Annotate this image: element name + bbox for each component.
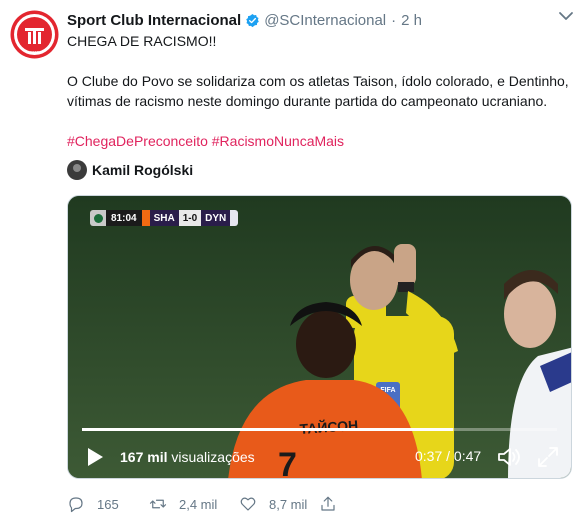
tweet-paragraph-1: CHEGA DE RACISMO!! <box>67 33 217 49</box>
away-team-color <box>230 210 239 226</box>
tweet-text: CHEGA DE RACISMO!! O Clube do Povo se so… <box>67 31 572 151</box>
video-progress-bar[interactable] <box>82 428 557 431</box>
hashtag-link[interactable]: #RacismoNuncaMais <box>212 133 344 149</box>
video-player[interactable]: FIFA ТАЙСОН 7 81:04 SHA 1-0 DYN 167 mil … <box>67 195 572 479</box>
view-count: 167 mil visualizações <box>120 449 255 465</box>
tweet-timestamp[interactable]: 2 h <box>401 12 422 29</box>
author-handle[interactable]: @SCInternacional <box>264 12 386 29</box>
tweet-paragraph-2: O Clube do Povo se solidariza com os atl… <box>67 73 569 109</box>
retweet-count: 2,4 mil <box>179 496 218 512</box>
video-attribution[interactable]: Kamil Rogólski <box>67 159 193 181</box>
match-scorebug: 81:04 SHA 1-0 DYN <box>90 210 239 226</box>
volume-icon[interactable] <box>496 445 522 469</box>
away-team: DYN <box>201 210 231 226</box>
internacional-logo-icon: S C I 1909 <box>10 10 59 59</box>
video-progress-fill <box>82 428 453 431</box>
hashtag-link[interactable]: #ChegaDePreconceito <box>67 133 208 149</box>
avatar-year: 1909 <box>30 50 40 55</box>
home-team-color <box>141 210 150 226</box>
like-button[interactable]: 8,7 mil <box>239 495 319 513</box>
reply-button[interactable]: 165 <box>67 495 149 513</box>
current-time: 0:37 <box>415 448 443 464</box>
tweet-hashtags: #ChegaDePreconceito #RacismoNuncaMais <box>67 131 572 151</box>
share-button[interactable] <box>319 495 349 513</box>
avatar-logo-text: S C I <box>30 17 39 22</box>
video-frame: FIFA ТАЙСОН 7 <box>68 196 571 478</box>
reply-count: 165 <box>97 496 119 512</box>
reply-icon <box>69 497 83 513</box>
heart-icon <box>240 497 256 511</box>
play-icon[interactable] <box>84 446 106 468</box>
separator-dot: · <box>391 11 397 29</box>
author-name[interactable]: Sport Club Internacional <box>67 12 241 29</box>
attribution-avatar <box>67 160 87 180</box>
fullscreen-icon[interactable] <box>536 445 560 469</box>
attribution-name: Kamil Rogólski <box>92 162 194 178</box>
view-count-number: 167 mil <box>120 449 168 465</box>
view-count-label: visualizações <box>171 449 255 465</box>
tweet-actions: 165 2,4 mil 8,7 mil <box>67 494 349 514</box>
club-avatar[interactable]: S C I 1909 <box>10 10 59 59</box>
time-readout: 0:37 / 0:47 <box>415 448 481 464</box>
like-count: 8,7 mil <box>269 496 308 512</box>
time-separator: / <box>446 448 451 464</box>
tweet-header: Sport Club Internacional @SCInternaciona… <box>67 10 544 30</box>
share-icon <box>321 496 335 511</box>
home-team: SHA <box>149 210 179 226</box>
league-logo-icon <box>90 210 106 226</box>
retweet-icon <box>149 499 167 509</box>
video-duration: 0:47 <box>453 448 482 464</box>
match-score: 1-0 <box>178 210 202 226</box>
chevron-down-icon[interactable] <box>558 10 574 22</box>
verified-badge-icon <box>246 13 259 27</box>
video-controls: 167 mil visualizações 0:37 / 0:47 <box>68 442 571 472</box>
retweet-button[interactable]: 2,4 mil <box>149 495 239 513</box>
match-clock: 81:04 <box>106 210 142 226</box>
